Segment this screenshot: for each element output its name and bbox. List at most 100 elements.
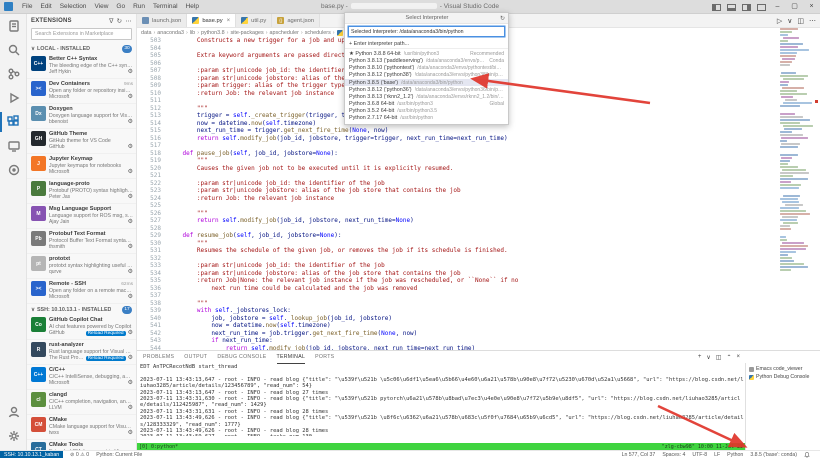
extension-card[interactable]: Planguage-protoProtobuf (PROTO) syntax h…	[27, 179, 136, 204]
panel-tab-problems[interactable]: PROBLEMS	[143, 351, 174, 363]
tab-agent.json[interactable]: {}agent.json	[272, 14, 320, 27]
gear-icon[interactable]: ⚙	[128, 380, 133, 386]
split-editor-icon[interactable]: ◫	[797, 17, 804, 25]
section-header[interactable]: ∨SSH: 10.10.13.1 - INSTALLED17	[27, 304, 136, 315]
interpreter-option[interactable]: + Enter interpreter path...	[345, 40, 508, 47]
extension-card[interactable]: ><Dev Containers9msOpen any folder or re…	[27, 79, 136, 104]
menu-help[interactable]: Help	[182, 3, 203, 10]
gear-icon[interactable]: ⚙	[128, 330, 133, 336]
gear-icon[interactable]: ⚙	[128, 94, 133, 100]
remote-indicator[interactable]: SSH: 10.10.13.1_kaban	[0, 451, 63, 458]
more-actions-icon[interactable]: ⋯	[809, 17, 816, 25]
extension-card[interactable]: PbProtobuf Text FormatProtocol Buffer Te…	[27, 229, 136, 254]
section-header[interactable]: ∨LOCAL - INSTALLED30	[27, 43, 136, 54]
gear-icon[interactable]: ⚙	[128, 294, 133, 300]
breadcrumb-item[interactable]: anaconda3	[157, 30, 184, 36]
minimize-button[interactable]: –	[769, 0, 786, 14]
tab-base.py[interactable]: base.py×	[187, 14, 236, 27]
menu-terminal[interactable]: Terminal	[149, 3, 182, 10]
minimap[interactable]	[780, 28, 813, 338]
breadcrumb-item[interactable]: lib	[190, 30, 195, 36]
split-terminal-icon[interactable]: ◫	[716, 354, 722, 361]
gear-icon[interactable]: ⚙	[128, 430, 133, 436]
tab-util.py[interactable]: util.py	[236, 14, 272, 27]
extension-card[interactable]: ><Remote - SSH62msOpen any folder on a r…	[27, 279, 136, 304]
reload-required-button[interactable]: Reload Required	[86, 331, 126, 336]
interpreter-search-input[interactable]: Selected Interpreter: /data/anaconda3/bi…	[348, 26, 505, 37]
panel-tab-debug-console[interactable]: DEBUG CONSOLE	[217, 351, 266, 363]
extension-card[interactable]: CMCMakeCMake language support for Visual…	[27, 415, 136, 440]
terminal-session[interactable]: Python Debug Console	[746, 373, 820, 381]
extension-card[interactable]: JJupyter KeymapJupyter keymaps for noteb…	[27, 154, 136, 179]
menu-go[interactable]: Go	[112, 3, 129, 10]
extension-card[interactable]: clclangdC/C++ completion, navigation, an…	[27, 390, 136, 415]
gear-icon[interactable]: ⚙	[128, 69, 133, 75]
interpreter-option[interactable]: Python 2.7.17 64-bit/usr/bin/python	[345, 115, 508, 122]
close-button[interactable]: ×	[803, 0, 820, 14]
menu-run[interactable]: Run	[129, 3, 149, 10]
problems-indicator[interactable]: ⊘ 0 ⚠ 0	[70, 452, 89, 458]
interpreter-option[interactable]: Python 3.8.13 ('paddleserving')/data/ana…	[345, 57, 508, 64]
cursor-position[interactable]: Ln 577, Col 37	[622, 452, 656, 458]
python-interpreter-version[interactable]: 3.8.5 ('base': conda)	[750, 452, 797, 458]
gear-icon[interactable]: ⚙	[128, 405, 133, 411]
breadcrumb-item[interactable]: data	[141, 30, 152, 36]
activity-jupyter-icon[interactable]	[0, 158, 27, 182]
language-mode[interactable]: Python	[727, 452, 743, 458]
extension-card[interactable]: C++C/C++C/C++ IntelliSense, debugging, a…	[27, 365, 136, 390]
tab-launch.json[interactable]: launch.json	[137, 14, 187, 27]
extension-card[interactable]: DxDoxygenDoxygen language support for Vi…	[27, 104, 136, 129]
toggle-secondary-sidebar-icon[interactable]	[742, 4, 751, 11]
extension-card[interactable]: CoGitHub Copilot ChatAI chat features po…	[27, 315, 136, 340]
breadcrumb-item[interactable]: python3.8	[201, 30, 225, 36]
activity-explorer-icon[interactable]	[0, 14, 27, 38]
interpreter-option[interactable]: Python 3.8.12 ('python36')/data/anaconda…	[345, 86, 508, 93]
interpreter-option[interactable]: Python 3.8.12 ('python38')/data/anaconda…	[345, 72, 508, 79]
refresh-icon[interactable]: ↻	[117, 17, 123, 25]
breadcrumb-item[interactable]: schedulers	[305, 30, 331, 36]
activity-account-icon[interactable]	[0, 400, 27, 424]
menu-view[interactable]: View	[90, 3, 112, 10]
activity-remote-explorer-icon[interactable]	[0, 134, 27, 158]
extension-card[interactable]: MMsg Language SupportLanguage support fo…	[27, 204, 136, 229]
toggle-sidebar-icon[interactable]	[712, 4, 721, 11]
activity-source-control-icon[interactable]	[0, 62, 27, 86]
more-actions-icon[interactable]: ⋯	[125, 17, 132, 25]
interpreter-option[interactable]: Python 3.8.13 ('rknn2_1.2')/data/anacond…	[345, 93, 508, 100]
run-dropdown-icon[interactable]: ∨	[787, 17, 792, 25]
extension-card[interactable]: Rrust-analyzerRust language support for …	[27, 340, 136, 365]
activity-extensions-icon[interactable]	[0, 110, 27, 134]
maximize-panel-icon[interactable]: ⌃	[726, 354, 731, 361]
close-panel-icon[interactable]: ×	[736, 354, 740, 360]
gear-icon[interactable]: ⚙	[128, 194, 133, 200]
terminal-session[interactable]: Emacs code_viewer	[746, 365, 820, 373]
notifications-bell-icon[interactable]	[804, 452, 810, 458]
customize-layout-icon[interactable]	[757, 4, 766, 11]
gear-icon[interactable]: ⚙	[128, 244, 133, 250]
extension-card[interactable]: C++Better C++ SyntaxThe bleeding edge of…	[27, 54, 136, 79]
extensions-search-input[interactable]: Search Extensions in Marketplace	[31, 28, 132, 40]
close-tab-icon[interactable]: ×	[227, 18, 231, 24]
indentation[interactable]: Spaces: 4	[662, 452, 685, 458]
launch-profile-icon[interactable]: ∨	[706, 354, 710, 361]
menu-file[interactable]: File	[18, 3, 36, 10]
extension-card[interactable]: GHGitHub ThemeGitHub theme for VS CodeGi…	[27, 129, 136, 154]
panel-tab-terminal[interactable]: TERMINAL	[277, 351, 306, 364]
interpreter-option[interactable]: Python 3.5.2 64-bit/usr/bin/python3.5	[345, 108, 508, 115]
interpreter-option[interactable]: ★ Python 3.8.8 64-bit/usr/bin/python3Rec…	[345, 50, 508, 57]
extension-card[interactable]: ptprototxtprototxt syntax highlighting u…	[27, 254, 136, 279]
breadcrumb-item[interactable]: apscheduler	[270, 30, 299, 36]
gear-icon[interactable]: ⚙	[128, 355, 133, 361]
menu-edit[interactable]: Edit	[36, 3, 55, 10]
gear-icon[interactable]: ⚙	[128, 119, 133, 125]
gear-icon[interactable]: ⚙	[128, 219, 133, 225]
interpreter-option[interactable]: Python 3.8.5 ('base')/data/anaconda3/bin…	[345, 79, 508, 86]
eol[interactable]: LF	[714, 452, 720, 458]
new-terminal-icon[interactable]: +	[698, 354, 702, 360]
extension-card[interactable]: CTCMake ToolsExtended CMake support in V…	[27, 440, 136, 450]
breadcrumb-item[interactable]: site-packages	[230, 30, 263, 36]
restore-button[interactable]: ▢	[786, 0, 803, 14]
python-env-indicator[interactable]: Python: Current File	[96, 452, 142, 458]
terminal-output[interactable]: EDT AnTPCRecotNdB start_thread 2023-07-1…	[140, 364, 744, 436]
gear-icon[interactable]: ⚙	[128, 169, 133, 175]
